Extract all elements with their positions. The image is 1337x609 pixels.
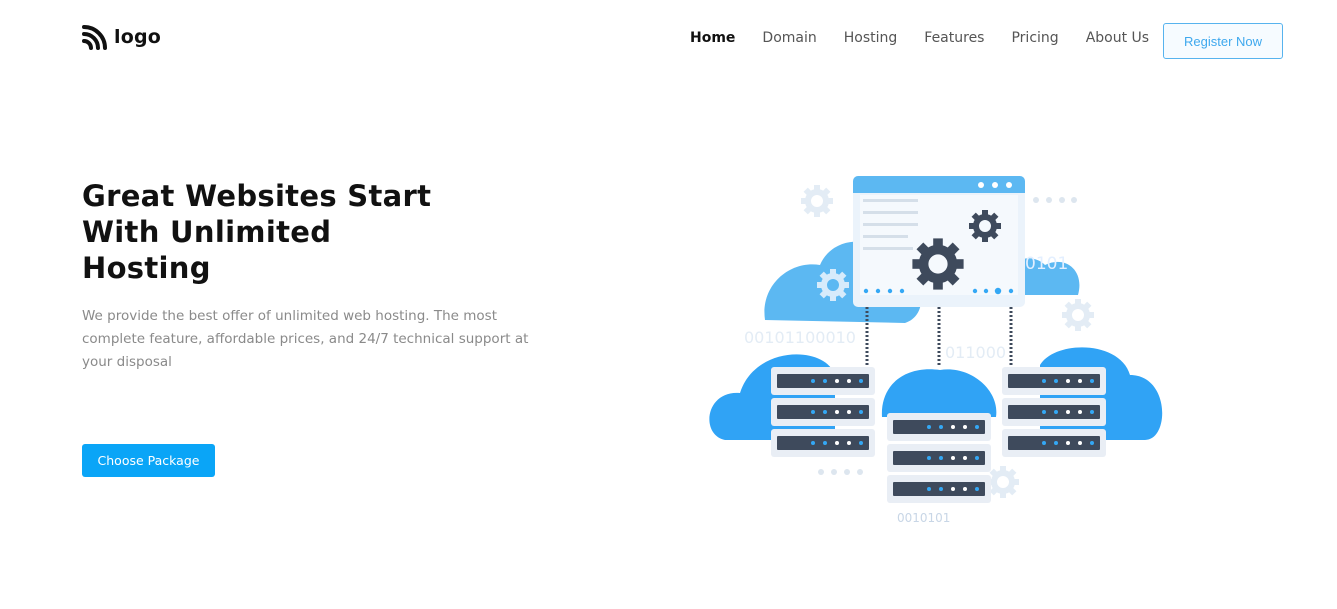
hero-title-line-2: With Unlimited — [82, 215, 332, 249]
cloud-middle — [881, 369, 997, 417]
nav-item-features[interactable]: Features — [924, 30, 984, 46]
nav-item-home[interactable]: Home — [690, 30, 735, 46]
nav-item-about-us[interactable]: About Us — [1086, 30, 1149, 46]
server-middle — [887, 413, 991, 503]
binary-text: 011000 — [945, 343, 1006, 362]
hero-title: Great Websites Start With Unlimited Host… — [82, 178, 482, 286]
gear-icon — [1062, 299, 1094, 331]
server-left — [771, 367, 875, 457]
logo[interactable]: logo — [82, 24, 161, 50]
nav-item-domain[interactable]: Domain — [762, 30, 816, 46]
choose-package-button[interactable]: Choose Package — [82, 444, 215, 477]
header: logo Home Domain Hosting Features Pricin… — [0, 0, 1337, 80]
nav-item-pricing[interactable]: Pricing — [1011, 30, 1058, 46]
gear-icon — [801, 185, 833, 217]
hosting-illustration: 0101 00101100010 011000 0010101 — [709, 176, 1163, 525]
nav-item-hosting[interactable]: Hosting — [844, 30, 898, 46]
binary-text: 00101100010 — [744, 328, 856, 347]
hero-title-line-1: Great Websites Start — [82, 179, 432, 213]
logo-text: logo — [114, 26, 162, 48]
hero-title-line-3: Hosting — [82, 251, 211, 285]
hero-description: We provide the best offer of unlimited w… — [82, 308, 529, 370]
binary-text: 0101 — [1025, 254, 1068, 274]
gear-icon — [987, 466, 1019, 498]
server-right — [1002, 367, 1106, 457]
rss-icon — [82, 25, 107, 50]
main-nav: Home Domain Hosting Features Pricing Abo… — [690, 30, 1176, 46]
register-now-button[interactable]: Register Now — [1163, 23, 1283, 59]
binary-text: 0010101 — [897, 511, 950, 525]
browser-window — [853, 176, 1025, 307]
